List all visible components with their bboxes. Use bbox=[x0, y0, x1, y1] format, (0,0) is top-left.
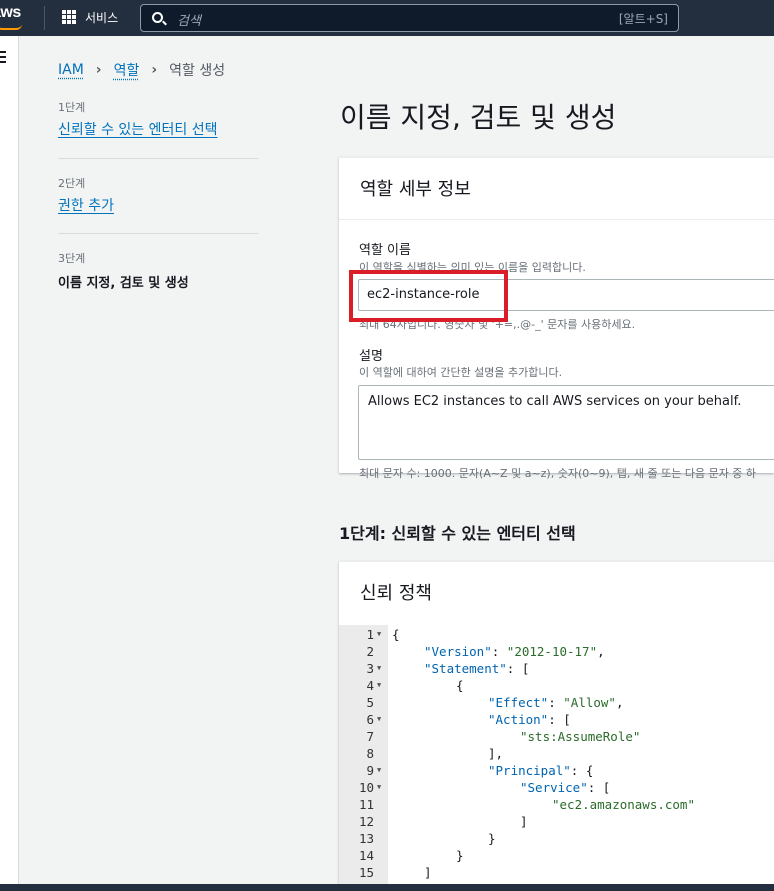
line-number: 3 bbox=[366, 661, 374, 676]
description-label: 설명 bbox=[359, 349, 383, 364]
line-number: 10 bbox=[358, 780, 374, 795]
line-number: 4 bbox=[366, 678, 374, 693]
code-text: "Service": [ bbox=[520, 780, 611, 795]
line-number: 7 bbox=[366, 729, 374, 744]
line-number: 1 bbox=[366, 627, 374, 642]
top-navigation: aws 서비스 검색 [알트+S] bbox=[0, 0, 774, 36]
fold-arrow-icon[interactable]: ▼ bbox=[377, 783, 381, 791]
services-menu-button[interactable]: 서비스 bbox=[85, 9, 118, 26]
services-grid-icon[interactable] bbox=[62, 10, 76, 24]
step-1-link[interactable]: 신뢰할 수 있는 엔터티 선택 bbox=[58, 119, 217, 139]
step-3-current: 이름 지정, 검토 및 생성 bbox=[58, 276, 189, 291]
line-number: 2 bbox=[366, 644, 374, 659]
code-line: 14} bbox=[339, 848, 774, 865]
code-text: { bbox=[392, 627, 400, 642]
description-desc: 이 역할에 대하여 간단한 설명을 추가합니다. bbox=[359, 366, 563, 379]
line-number: 8 bbox=[366, 746, 374, 761]
breadcrumb-iam[interactable]: IAM bbox=[58, 62, 84, 78]
fold-arrow-icon[interactable]: ▼ bbox=[377, 766, 381, 774]
code-text: "Effect": "Allow", bbox=[488, 695, 624, 710]
highlight-box bbox=[349, 270, 508, 322]
code-text: ] bbox=[520, 814, 528, 829]
breadcrumb: IAM › 역할 › 역할 생성 bbox=[58, 60, 225, 80]
step1-section-heading: 1단계: 신뢰할 수 있는 엔터티 선택 bbox=[339, 524, 576, 543]
code-text: "Statement": [ bbox=[424, 661, 530, 676]
step-2-link[interactable]: 권한 추가 bbox=[58, 195, 114, 215]
code-line: 8], bbox=[339, 746, 774, 763]
page-title: 이름 지정, 검토 및 생성 bbox=[340, 101, 617, 134]
fold-arrow-icon[interactable]: ▼ bbox=[377, 681, 381, 689]
line-number: 6 bbox=[366, 712, 374, 727]
code-text: "Version": "2012-10-17", bbox=[424, 644, 605, 659]
code-line: 9 ▼ "Principal": { bbox=[339, 763, 774, 780]
line-number: 9 bbox=[366, 763, 374, 778]
description-hint: 최대 문자 수: 1000. 문자(A~Z 및 a~z), 숫자(0~9), 탭… bbox=[359, 467, 757, 480]
fold-arrow-icon[interactable]: ▼ bbox=[377, 630, 381, 638]
code-line: 10 ▼ "Service": [ bbox=[339, 780, 774, 797]
panel-header: 역할 세부 정보 bbox=[339, 158, 774, 220]
line-number: 5 bbox=[366, 695, 374, 710]
code-text: { bbox=[456, 678, 464, 693]
code-text: "ec2.amazonaws.com" bbox=[552, 797, 695, 812]
description-textarea[interactable]: Allows EC2 instances to call AWS service… bbox=[358, 385, 774, 460]
code-line: 5 "Effect": "Allow", bbox=[339, 695, 774, 712]
footer-bar bbox=[0, 884, 774, 891]
code-text: "Principal": { bbox=[488, 763, 594, 778]
code-line: 3 ▼ "Statement": [ bbox=[339, 661, 774, 678]
code-line: 11 "ec2.amazonaws.com" bbox=[339, 797, 774, 814]
panel-header: 신뢰 정책 bbox=[339, 562, 774, 626]
search-shortcut-hint: [알트+S] bbox=[618, 12, 668, 26]
chevron-right-icon: › bbox=[95, 62, 102, 78]
code-text: "sts:AssumeRole" bbox=[520, 729, 641, 744]
code-line: 13} bbox=[339, 831, 774, 848]
fold-arrow-icon[interactable]: ▼ bbox=[377, 664, 381, 672]
breadcrumb-current: 역할 생성 bbox=[169, 63, 226, 79]
chevron-right-icon: › bbox=[151, 62, 158, 78]
code-line: 2 "Version": "2012-10-17", bbox=[339, 644, 774, 661]
code-line: 4 ▼ { bbox=[339, 678, 774, 695]
step-number: 1단계 bbox=[58, 101, 86, 114]
step-3: 3단계 이름 지정, 검토 및 생성 bbox=[58, 234, 258, 291]
step-2: 2단계 권한 추가 bbox=[58, 159, 258, 234]
code-text: "Action": [ bbox=[488, 712, 571, 727]
wizard-steps: 1단계 신뢰할 수 있는 엔터티 선택 2단계 권한 추가 3단계 이름 지정,… bbox=[58, 99, 258, 291]
step-number: 3단계 bbox=[58, 252, 86, 265]
aws-logo[interactable]: aws bbox=[0, 4, 21, 22]
code-text: ] bbox=[424, 865, 432, 880]
panel-title: 신뢰 정책 bbox=[360, 583, 432, 604]
search-placeholder: 검색 bbox=[177, 14, 201, 29]
line-number: 13 bbox=[358, 831, 374, 846]
role-name-label: 역할 이름 bbox=[359, 243, 411, 258]
code-line: 12] bbox=[339, 814, 774, 831]
trust-policy-editor[interactable]: 1 ▼{2 "Version": "2012-10-17", 3 ▼ "Statement… bbox=[339, 625, 774, 891]
step-number: 2단계 bbox=[58, 177, 86, 190]
menu-icon[interactable] bbox=[0, 51, 6, 66]
fold-arrow-icon[interactable]: ▼ bbox=[377, 715, 381, 723]
line-number: 14 bbox=[358, 848, 374, 863]
code-text: ], bbox=[488, 746, 504, 761]
code-line: 7 "sts:AssumeRole" bbox=[339, 729, 774, 746]
search-icon bbox=[152, 12, 163, 23]
line-number: 15 bbox=[358, 865, 374, 880]
search-input[interactable]: 검색 [알트+S] bbox=[140, 4, 679, 32]
line-number: 12 bbox=[358, 814, 374, 829]
code-line: 15] bbox=[339, 865, 774, 882]
code-text: } bbox=[488, 831, 496, 846]
code-line: 1 ▼ { bbox=[339, 627, 774, 644]
code-text: } bbox=[456, 848, 464, 863]
side-navigation-collapsed bbox=[0, 36, 19, 891]
panel-title: 역할 세부 정보 bbox=[360, 179, 471, 200]
step-1: 1단계 신뢰할 수 있는 엔터티 선택 bbox=[58, 99, 258, 159]
line-number: 11 bbox=[358, 797, 374, 812]
code-line: 6 ▼ "Action": [ bbox=[339, 712, 774, 729]
nav-divider bbox=[44, 6, 45, 30]
breadcrumb-roles[interactable]: 역할 bbox=[114, 60, 140, 80]
aws-logo-smile bbox=[0, 24, 22, 30]
